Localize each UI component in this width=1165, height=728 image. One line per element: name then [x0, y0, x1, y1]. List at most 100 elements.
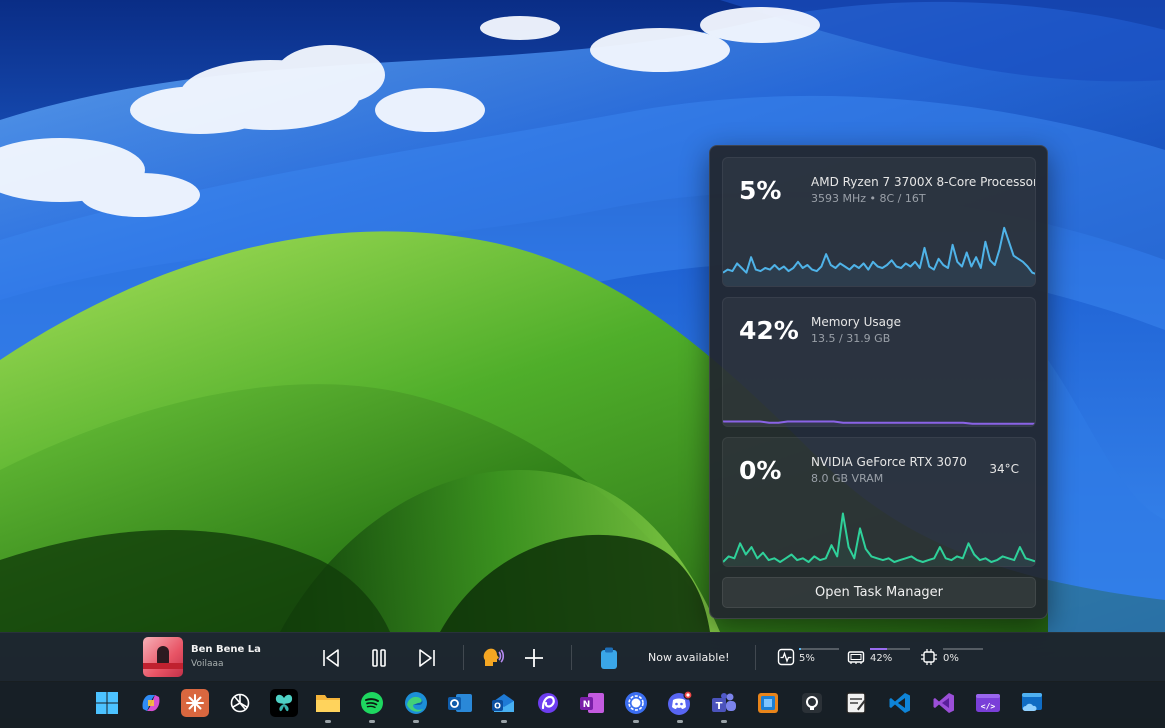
gpu-stat-bar — [943, 648, 983, 650]
gpu-card[interactable]: 0% NVIDIA GeForce RTX 3070 8.0 GB VRAM 3… — [722, 437, 1036, 567]
dev-home-icon: </> — [976, 694, 1000, 712]
performance-flyout: 5% AMD Ryzen 7 3700X 8-Core Processor 35… — [709, 145, 1048, 619]
taskbar: O N T </> — [0, 681, 1165, 728]
taskbar-outlook-new[interactable]: O — [490, 689, 518, 723]
windows-icon — [96, 692, 118, 714]
pause-button[interactable] — [366, 645, 392, 671]
open-task-manager-button[interactable]: Open Task Manager — [722, 577, 1036, 608]
running-indicator — [501, 720, 507, 723]
taskbar-arc[interactable] — [534, 689, 562, 717]
widget-bar: Ben Bene La Voilaaa Now available! 5% 42… — [0, 632, 1165, 682]
cpu-percent: 5% — [739, 176, 782, 205]
taskbar-onenote[interactable]: N — [578, 689, 606, 717]
svg-text:N: N — [583, 700, 591, 710]
taskbar-teams[interactable]: T — [710, 689, 738, 723]
gpu-graph-line — [723, 512, 1035, 563]
skip-previous-button[interactable] — [318, 645, 344, 671]
outlook-icon — [448, 694, 472, 712]
clipboard-button[interactable] — [596, 645, 622, 671]
signal-icon — [625, 692, 647, 714]
taskbar-chatgpt[interactable] — [226, 689, 254, 717]
memory-percent: 42% — [739, 316, 799, 345]
spotify-icon — [361, 692, 383, 714]
skip-next-button[interactable] — [414, 645, 440, 671]
discord-icon — [668, 690, 693, 715]
teams-icon: T — [712, 693, 736, 712]
running-indicator — [369, 720, 375, 723]
visual-studio-icon — [933, 693, 954, 713]
gpu-temperature: 34°C — [989, 462, 1019, 476]
cpu-details: 3593 MHz • 8C / 16T — [811, 192, 926, 205]
arc-icon — [538, 693, 558, 713]
taskbar-butterfly-app[interactable] — [270, 689, 298, 717]
album-art[interactable] — [143, 637, 183, 677]
svg-text:T: T — [716, 701, 723, 712]
song-title: Ben Bene La — [191, 644, 261, 655]
outlook-new-icon: O — [492, 694, 514, 712]
taskbar-visual-studio[interactable] — [930, 689, 958, 717]
cpu-name: AMD Ryzen 7 3700X 8-Core Processor — [811, 175, 1036, 189]
memory-stat-value: 42% — [870, 653, 893, 664]
memory-usage-graph — [723, 420, 1035, 426]
taskbar-azure-tool[interactable] — [1018, 689, 1046, 717]
taskbar-outlook[interactable] — [446, 689, 474, 717]
taskbar-file-explorer[interactable] — [314, 689, 342, 723]
gpu-details: 8.0 GB VRAM — [811, 472, 884, 485]
song-artist: Voilaaa — [191, 659, 224, 669]
taskbar-github-desktop[interactable] — [798, 689, 826, 717]
svg-text:</>: </> — [981, 702, 996, 711]
memory-graph-line — [723, 420, 1035, 425]
taskbar-vscode[interactable] — [886, 689, 914, 717]
cpu-usage-graph — [723, 226, 1035, 286]
taskbar-signal[interactable] — [622, 689, 650, 723]
edge-icon — [405, 692, 427, 714]
vscode-icon — [889, 693, 910, 713]
taskbar-claude[interactable] — [181, 689, 209, 717]
clipboard-icon — [601, 647, 617, 669]
chip-icon[interactable] — [920, 648, 938, 666]
running-indicator — [633, 720, 639, 723]
cpu-card[interactable]: 5% AMD Ryzen 7 3700X 8-Core Processor 35… — [722, 157, 1036, 287]
gpu-name: NVIDIA GeForce RTX 3070 — [811, 455, 967, 469]
cloud-window-icon — [1022, 693, 1042, 711]
taskbar-spotify[interactable] — [358, 689, 386, 723]
memory-stat-fill — [870, 648, 887, 650]
memory-name: Memory Usage — [811, 315, 902, 329]
taskbar-remote-desktop[interactable] — [754, 689, 782, 717]
taskbar-copilot[interactable] — [137, 689, 165, 717]
folder-icon — [316, 695, 340, 712]
taskbar-discord[interactable] — [666, 689, 694, 723]
cpu-stat-value: 5% — [799, 653, 815, 664]
memory-details: 13.5 / 31.9 GB — [811, 332, 891, 345]
copilot-icon — [142, 694, 160, 712]
chatgpt-icon — [230, 693, 250, 713]
butterfly-icon — [275, 694, 293, 712]
onenote-icon: N — [580, 693, 604, 713]
separator — [571, 645, 572, 670]
memory-icon[interactable] — [847, 648, 865, 666]
github-icon — [802, 693, 822, 713]
voice-head-icon — [483, 648, 504, 666]
add-widget-button[interactable] — [521, 645, 547, 671]
taskbar-dev-home[interactable]: </> — [974, 689, 1002, 717]
plus-icon — [525, 649, 543, 667]
memory-stat-bar — [870, 648, 910, 650]
gpu-usage-graph — [723, 512, 1035, 566]
svg-text:O: O — [494, 702, 501, 711]
voice-assistant-button[interactable] — [479, 645, 505, 671]
taskbar-notepad[interactable] — [842, 689, 870, 717]
notification-text[interactable]: Now available! — [648, 651, 730, 664]
memory-card[interactable]: 42% Memory Usage 13.5 / 31.9 GB — [722, 297, 1036, 427]
cpu-stat-bar — [799, 648, 839, 650]
activity-icon[interactable] — [777, 648, 795, 666]
start-button[interactable] — [93, 689, 121, 717]
album-figure — [157, 646, 169, 664]
separator — [755, 645, 756, 670]
remote-desktop-icon — [758, 693, 778, 713]
claude-icon — [186, 694, 204, 712]
notepad-icon — [846, 692, 866, 714]
running-indicator — [721, 720, 727, 723]
pause-icon — [372, 649, 386, 667]
cpu-stat-fill — [799, 648, 801, 650]
taskbar-edge[interactable] — [402, 689, 430, 723]
